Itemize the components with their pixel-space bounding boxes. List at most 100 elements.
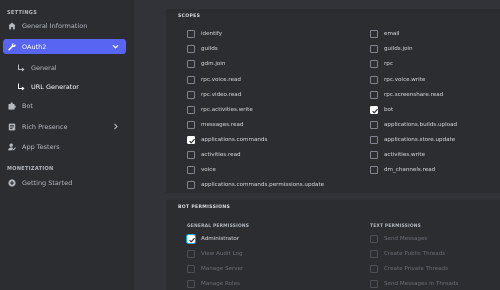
scope-gdm-join[interactable]: gdm.join [187,58,225,69]
permission-send-messages-in-threads[interactable]: Send Messages in Threads [370,278,458,289]
checkmark-icon [372,108,378,114]
scope-messages-read[interactable]: messages.read [187,119,243,130]
sidebar-item-bot[interactable]: Bot [3,98,126,113]
scope-rpc[interactable]: rpc [370,58,393,69]
checkbox[interactable] [370,75,378,84]
scope-voice[interactable]: voice [187,164,216,175]
checkbox-checked[interactable] [370,105,378,114]
permission-view-audit-log[interactable]: View Audit Log [187,248,243,259]
scope-label: applications.commands [201,136,268,143]
checkmark-icon [189,138,195,144]
permission-create-private-threads[interactable]: Create Private Threads [370,263,448,274]
scope-email[interactable]: email [370,28,399,39]
scope-rpc-activities-write[interactable]: rpc.activities.write [187,104,253,115]
permission-create-public-threads[interactable]: Create Public Threads [370,248,445,259]
checkbox[interactable] [187,279,195,288]
permission-label: Manage Roles [201,280,240,287]
checkbox[interactable] [187,75,195,84]
permission-manage-roles[interactable]: Manage Roles [187,278,240,289]
scope-guilds-join[interactable]: guilds.join [370,43,413,54]
scope-activities-read[interactable]: activities.read [187,149,241,160]
sidebar-item-getting-started[interactable]: Getting Started [3,175,126,190]
puzzle-icon [8,101,16,110]
scope-applications-store-update[interactable]: applications.store.update [370,134,455,145]
checkbox[interactable] [187,180,195,189]
permission-label: Create Public Threads [384,250,446,257]
scope-label: rpc.screenshare.read [384,91,444,98]
scope-label: voice [201,166,216,173]
checkbox[interactable] [187,44,195,53]
checkbox[interactable] [370,59,378,68]
scope-rpc-voice-write[interactable]: rpc.voice.write [370,74,425,85]
scope-rpc-video-read[interactable]: rpc.video.read [187,89,241,100]
scope-label: applications.commands.permissions.update [201,181,325,188]
checkbox[interactable] [370,90,378,99]
sidebar-item-label: Bot [22,101,33,110]
checkbox[interactable] [187,120,195,129]
sidebar-item-rich-presence[interactable]: Rich Presence [3,119,126,134]
sidebar-item-app-testers[interactable]: App Testers [3,139,126,154]
scope-label: rpc.voice.write [384,76,426,83]
permission-label: Create Private Threads [384,265,449,272]
scope-applications-commands-permissions-update[interactable]: applications.commands.permissions.update [187,179,324,190]
checkbox[interactable] [187,165,195,174]
scope-dm-channels-read[interactable]: dm_channels.read [370,164,435,175]
checkbox[interactable] [187,59,195,68]
checkmark-icon [189,237,195,243]
scope-label: identify [201,30,223,37]
checkbox[interactable] [370,29,378,38]
scope-applications-commands[interactable]: applications.commands [187,134,267,145]
chevron-down-icon [112,43,119,50]
checkbox[interactable] [370,135,378,144]
scope-bot[interactable]: bot [370,104,393,115]
plus-circle-icon [8,178,16,187]
checkbox[interactable] [370,165,378,174]
scopes-panel: SCOPES identify guilds gdm.join rpc.voic… [166,9,500,193]
permission-label: Manage Server [201,265,244,272]
checkbox[interactable] [370,120,378,129]
checkbox[interactable] [370,249,378,258]
permission-administrator[interactable]: Administrator [186,233,240,244]
checkbox[interactable] [187,264,195,273]
bot-permissions-panel: BOT PERMISSIONS GENERAL PERMISSIONS TEXT… [166,200,500,290]
general-permissions-heading: GENERAL PERMISSIONS [187,224,250,229]
scope-activities-write[interactable]: activities.write [370,149,425,160]
checkbox[interactable] [187,29,195,38]
checkbox[interactable] [187,249,195,258]
checkbox[interactable] [370,279,378,288]
checkbox[interactable] [187,90,195,99]
sidebar-item-general[interactable]: General [12,60,126,75]
sidebar-item-general-information[interactable]: General Information [3,18,126,33]
checkbox-checked[interactable] [186,233,196,244]
checkbox[interactable] [370,234,378,243]
subitem-arrow-icon [17,83,25,91]
scope-applications-builds-upload[interactable]: applications.builds.upload [370,119,457,130]
checkbox[interactable] [370,150,378,159]
permission-label: View Audit Log [201,250,243,257]
scope-label: activities.read [201,151,241,158]
scope-label: gdm.join [201,60,226,67]
scope-label: rpc [384,60,393,67]
scope-label: guilds.join [384,45,413,52]
scope-label: bot [384,106,394,113]
scope-label: messages.read [201,121,244,128]
checkbox[interactable] [370,264,378,273]
checkbox[interactable] [187,105,195,114]
scope-rpc-voice-read[interactable]: rpc.voice.read [187,74,241,85]
sidebar-item-label: Rich Presence [22,122,68,131]
document-icon [8,123,16,131]
subitem-arrow-icon [17,64,25,72]
scope-rpc-screenshare-read[interactable]: rpc.screenshare.read [370,89,443,100]
sidebar-item-url-generator[interactable]: URL Generator [12,79,126,94]
scope-label: dm_channels.read [384,166,436,173]
checkbox[interactable] [187,150,195,159]
permission-manage-server[interactable]: Manage Server [187,263,243,274]
scope-identify[interactable]: identify [187,28,222,39]
permission-send-messages[interactable]: Send Messages [370,233,427,244]
checkbox[interactable] [370,44,378,53]
sidebar-item-oauth2[interactable]: OAuth2 [3,39,126,54]
permission-label: Administrator [201,235,240,242]
checkbox-checked[interactable] [187,135,195,144]
scope-label: rpc.activities.write [201,106,253,113]
scope-guilds[interactable]: guilds [187,43,218,54]
